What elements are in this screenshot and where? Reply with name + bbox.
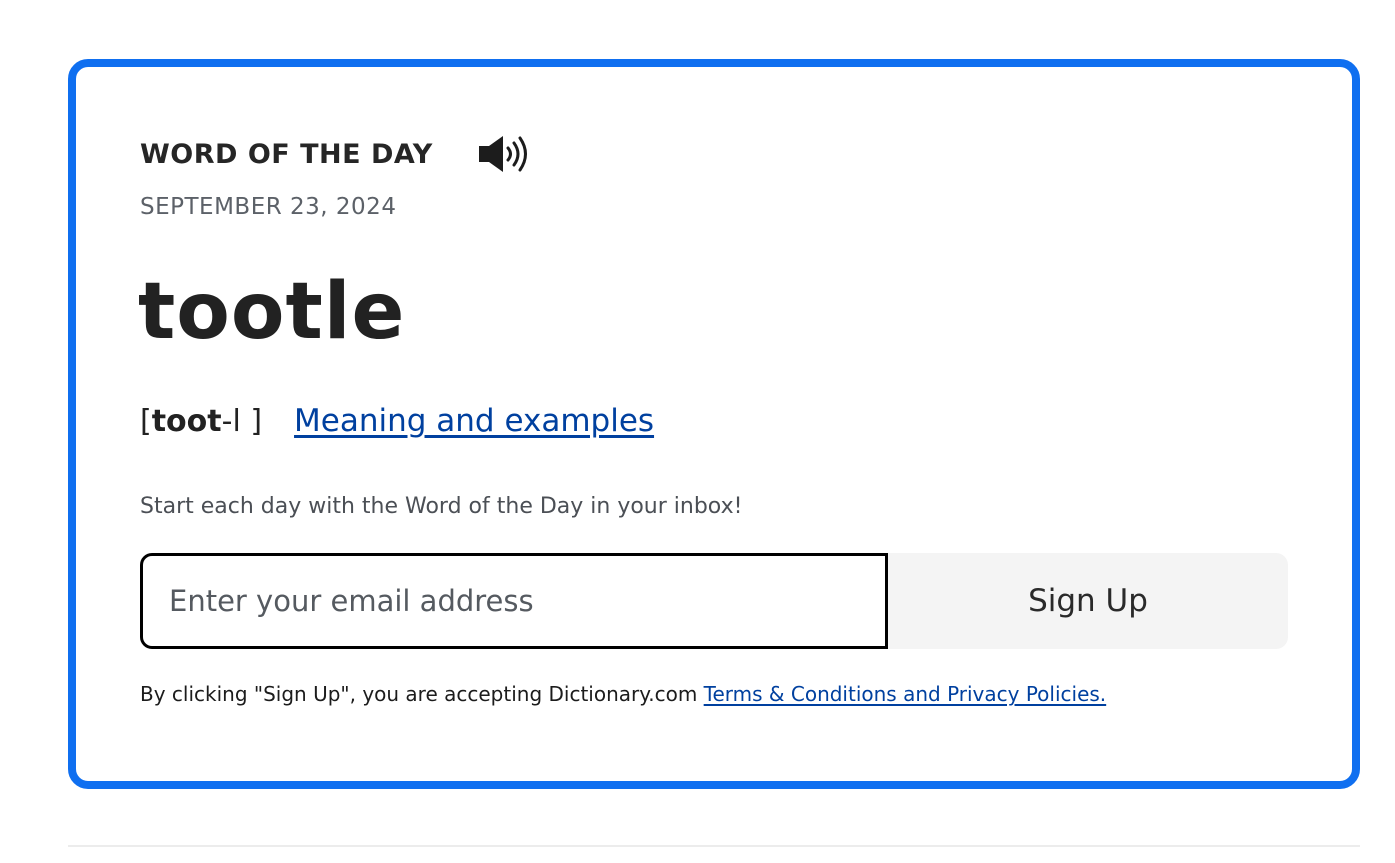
newsletter-signup-form: Sign Up	[140, 553, 1288, 649]
sign-up-button[interactable]: Sign Up	[888, 553, 1288, 649]
pronunciation-stressed-syllable: toot	[151, 404, 222, 439]
pronunciation-rest: -l ]	[221, 404, 263, 439]
word-of-the-day-card: WORD OF THE DAY SEPTEMBER 23, 2024 tootl…	[68, 59, 1360, 789]
wotd-word: tootle	[138, 267, 406, 357]
speaker-volume-icon	[478, 136, 527, 172]
wotd-eyebrow: WORD OF THE DAY	[140, 139, 433, 170]
section-divider	[68, 845, 1360, 847]
newsletter-pitch: Start each day with the Word of the Day …	[140, 494, 743, 519]
legal-text: By clicking "Sign Up", you are accepting…	[140, 682, 704, 706]
meaning-and-examples-link[interactable]: Meaning and examples	[294, 399, 654, 443]
pronunciation-open-bracket: [	[140, 404, 152, 439]
wotd-date: SEPTEMBER 23, 2024	[140, 194, 397, 220]
email-input[interactable]	[140, 553, 888, 649]
terms-privacy-link[interactable]: Terms & Conditions and Privacy Policies.	[704, 682, 1107, 706]
play-pronunciation-button[interactable]	[477, 133, 537, 177]
pronunciation: [toot-l ]	[140, 400, 262, 444]
pronunciation-row: [toot-l ] Meaning and examples	[140, 399, 654, 444]
wotd-header: WORD OF THE DAY	[140, 133, 537, 177]
legal-notice: By clicking "Sign Up", you are accepting…	[140, 679, 1106, 709]
